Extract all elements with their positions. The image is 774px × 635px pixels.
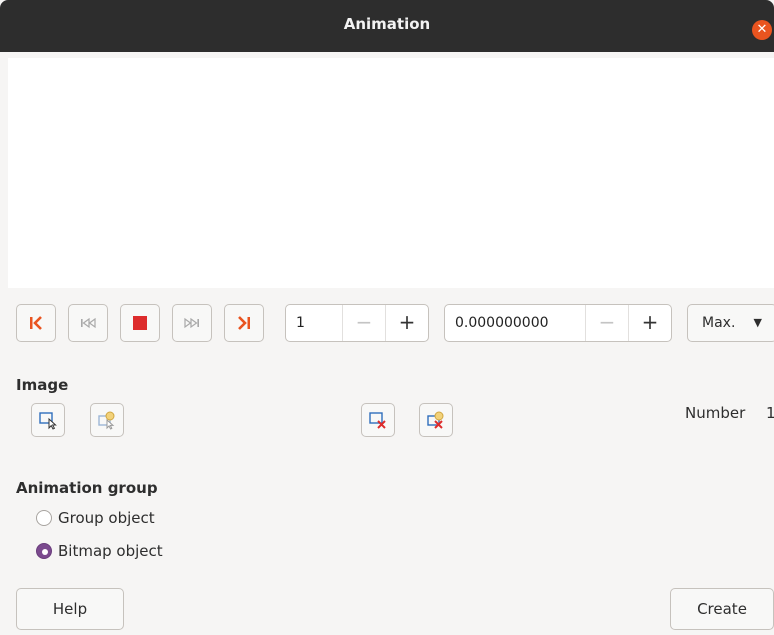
first-image-button[interactable] <box>16 304 56 342</box>
group-object-radio[interactable]: Group object <box>36 509 155 527</box>
loop-count-value: Max. <box>702 315 736 331</box>
stop-icon <box>133 316 147 330</box>
apply-object-button[interactable] <box>31 403 65 437</box>
create-button[interactable]: Create <box>670 588 774 630</box>
duration-increment[interactable]: + <box>628 305 671 341</box>
delete-all-images-icon <box>427 411 444 429</box>
bitmap-object-label: Bitmap object <box>58 542 163 560</box>
chevron-down-icon: ▼ <box>753 316 762 329</box>
help-button[interactable]: Help <box>16 588 124 630</box>
image-number-increment[interactable]: + <box>385 305 428 341</box>
previous-image-icon <box>81 317 96 329</box>
delete-current-image-icon <box>369 412 386 429</box>
close-icon[interactable]: ✕ <box>752 20 772 40</box>
radio-checked-icon <box>36 543 52 559</box>
loop-count-select[interactable]: Max. ▼ <box>687 304 774 342</box>
image-heading: Image <box>16 376 69 394</box>
delete-all-images-button[interactable] <box>419 403 453 437</box>
first-image-icon <box>30 316 42 330</box>
animation-group-heading: Animation group <box>16 479 158 497</box>
image-number-spinbox[interactable]: 1 − + <box>285 304 429 342</box>
apply-objects-individually-button[interactable] <box>90 403 124 437</box>
number-label: Number <box>685 404 746 422</box>
stop-button[interactable] <box>120 304 160 342</box>
number-value: 1 <box>766 404 774 422</box>
next-image-button[interactable] <box>172 304 212 342</box>
delete-current-image-button[interactable] <box>361 403 395 437</box>
apply-objects-individually-icon <box>98 411 115 430</box>
duration-spinbox[interactable]: 0.000000000 − + <box>444 304 672 342</box>
last-image-button[interactable] <box>224 304 264 342</box>
animation-preview <box>8 58 774 288</box>
image-number-value[interactable]: 1 <box>286 305 342 341</box>
duration-decrement[interactable]: − <box>585 305 628 341</box>
window-title: Animation <box>343 15 431 33</box>
radio-unchecked-icon <box>36 510 52 526</box>
previous-image-button[interactable] <box>68 304 108 342</box>
next-image-icon <box>184 317 199 329</box>
group-object-label: Group object <box>58 509 155 527</box>
bitmap-object-radio[interactable]: Bitmap object <box>36 542 163 560</box>
last-image-icon <box>238 316 250 330</box>
duration-value[interactable]: 0.000000000 <box>445 305 585 341</box>
image-number-decrement[interactable]: − <box>342 305 385 341</box>
apply-object-icon <box>39 412 57 430</box>
title-bar: Animation ✕ <box>0 0 774 52</box>
